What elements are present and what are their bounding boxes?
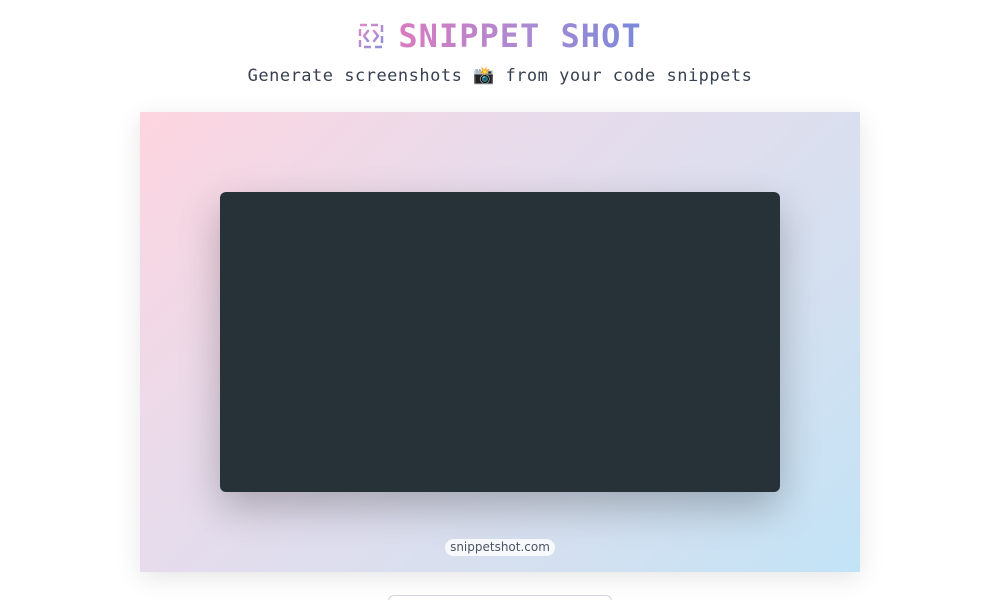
code-brackets-icon bbox=[358, 23, 384, 49]
watermark-label: snippetshot.com bbox=[445, 539, 555, 556]
page: SNIPPET SHOT Generate screenshots 📸 from… bbox=[0, 0, 1000, 600]
header: SNIPPET SHOT bbox=[0, 14, 1000, 58]
screenshot-canvas: snippetshot.com bbox=[140, 112, 860, 572]
code-editor-window[interactable] bbox=[220, 192, 780, 492]
app-title: SNIPPET SHOT bbox=[398, 14, 641, 58]
bottom-control-button[interactable] bbox=[388, 595, 612, 600]
tagline: Generate screenshots 📸 from your code sn… bbox=[247, 66, 753, 86]
